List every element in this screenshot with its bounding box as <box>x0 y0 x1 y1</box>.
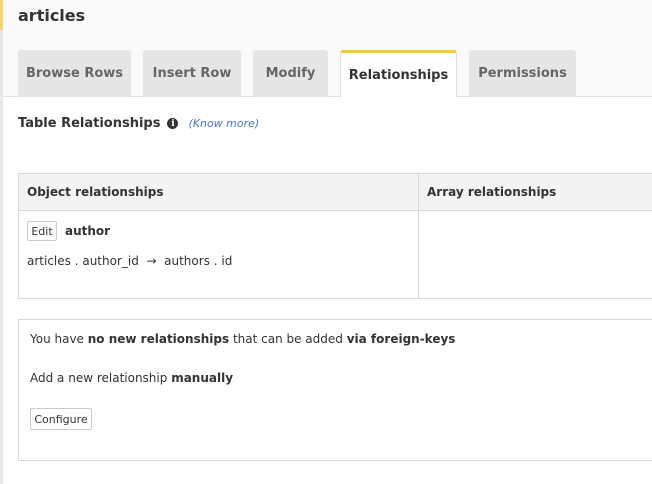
suggestion-bold-text: via foreign-keys <box>346 332 456 346</box>
object-relationships-header: Object relationships <box>19 174 419 210</box>
edit-relationship-button[interactable]: Edit <box>27 221 57 241</box>
know-more-link[interactable]: (Know more) <box>188 117 259 130</box>
tab-relationships[interactable]: Relationships <box>340 50 457 97</box>
manual-relationship-text: Add a new relationship manually <box>30 371 233 385</box>
left-rail-accent <box>0 0 3 30</box>
configure-button[interactable]: Configure <box>30 408 92 430</box>
suggestion-bold-text: no new relationships <box>87 332 230 346</box>
suggestions-panel: You have no new relationships that can b… <box>18 319 652 461</box>
array-relationships-header: Array relationships <box>427 185 557 199</box>
relationships-table: Object relationships Array relationships… <box>18 173 652 299</box>
foreign-key-suggestion-text: You have no new relationships that can b… <box>30 332 455 346</box>
suggestion-text: You have <box>30 332 88 346</box>
relationship-name: author <box>65 224 111 238</box>
section-title: Table Relationships <box>18 116 161 131</box>
table-header-row: Object relationships Array relationships <box>19 174 652 211</box>
page-title: articles <box>18 6 86 25</box>
relationship-mapping: articles . author_id → authors . id <box>27 254 233 268</box>
tab-modify[interactable]: Modify <box>253 50 328 97</box>
manual-bold-text: manually <box>171 371 234 385</box>
table-row: Edit author articles . author_id → autho… <box>19 211 652 298</box>
tab-bar: Browse Rows Insert Row Modify Relationsh… <box>18 50 588 97</box>
tab-permissions[interactable]: Permissions <box>469 50 576 97</box>
manual-text: Add a new relationship <box>30 371 172 385</box>
tab-browse-rows[interactable]: Browse Rows <box>18 50 131 97</box>
section-header: Table Relationships i (Know more) <box>18 116 259 131</box>
info-circle-icon[interactable]: i <box>167 118 179 129</box>
suggestion-text: that can be added <box>229 332 347 346</box>
object-relationship-cell: Edit author articles . author_id → autho… <box>19 211 419 298</box>
tab-insert-row[interactable]: Insert Row <box>143 50 241 97</box>
array-relationship-cell <box>419 211 652 298</box>
